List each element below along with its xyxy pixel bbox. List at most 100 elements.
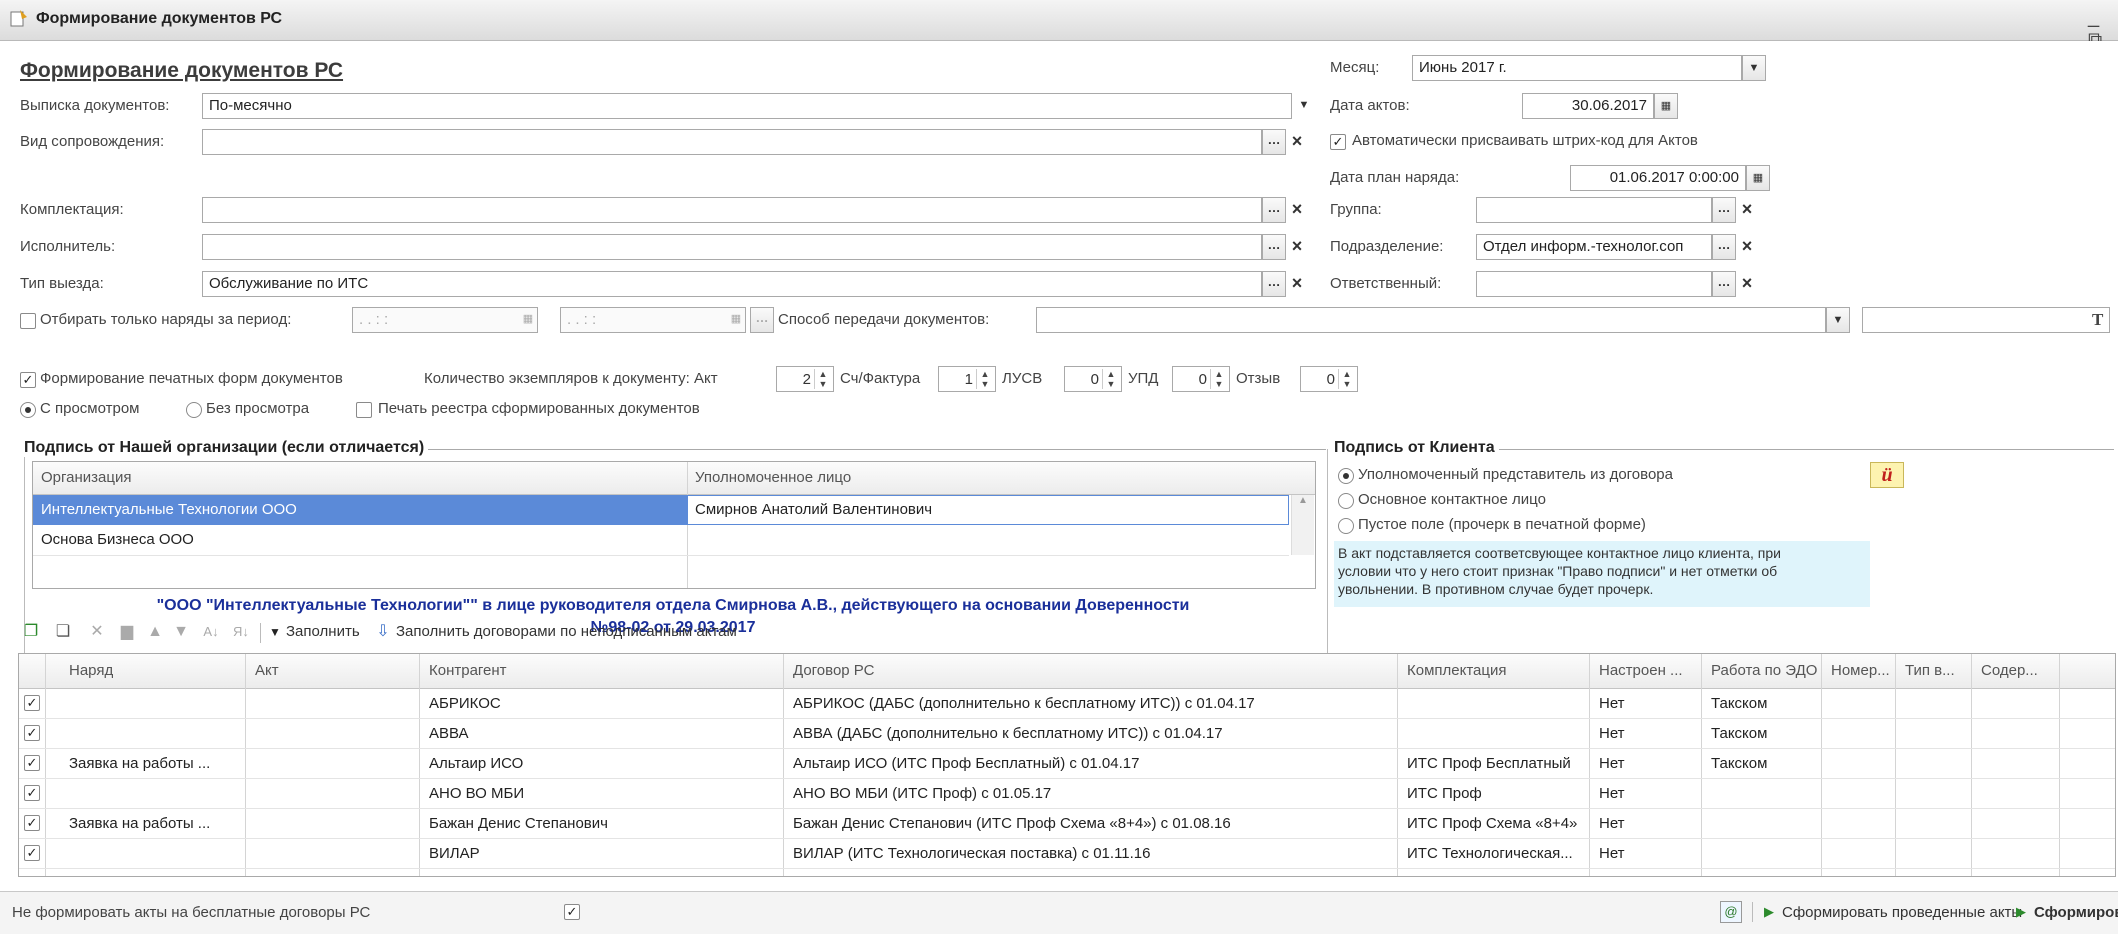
kompl-clear-icon[interactable]: × (1286, 197, 1308, 223)
col-header[interactable]: Номер... (1831, 662, 1890, 679)
col-person-header[interactable]: Уполномоченное лицо (695, 469, 851, 486)
table-row[interactable] (33, 525, 1289, 556)
row-checkbox[interactable]: ✓ (24, 755, 40, 771)
act-count-spinner[interactable]: 2 ▲ ▼ (776, 366, 834, 392)
table-row[interactable]: ✓ АБРИКОС АБРИКОС (ДАБС (дополнительно к… (19, 689, 2115, 719)
vypiska-dropdown-icon[interactable]: ▼ (1292, 93, 1316, 119)
sposob-dropdown-icon[interactable]: ▼ (1826, 307, 1850, 333)
save-icon[interactable]: ▆ (118, 623, 136, 641)
kompl-select-button[interactable]: … (1262, 197, 1286, 223)
no-free-checkbox[interactable]: ✓ (564, 904, 580, 920)
col-header[interactable]: Содер... (1981, 662, 2038, 679)
client-radio-empty[interactable] (1338, 518, 1354, 534)
t-button[interactable]: T (2092, 310, 2103, 330)
lusv-count-spinner[interactable]: 0 ▲ ▼ (1064, 366, 1122, 392)
sort-asc-icon[interactable]: A↓ (202, 623, 220, 641)
otv-select-button[interactable]: … (1712, 271, 1736, 297)
col-org-header[interactable]: Организация (41, 469, 131, 486)
col-header[interactable]: Контрагент (429, 662, 507, 679)
form-acts-button[interactable]: Сформировать акты (2034, 904, 2118, 921)
table-scrollbar[interactable]: ▲ (1291, 495, 1314, 555)
delete-icon[interactable]: ✕ (88, 623, 106, 641)
form-posted-acts-button[interactable]: Сформировать проведенные акты (1782, 904, 2022, 921)
vid-field[interactable] (202, 129, 1262, 155)
move-down-icon[interactable]: ▼ (172, 623, 190, 641)
table-row[interactable]: ✓ Заявка на работы ... Бажан Денис Степа… (19, 809, 2115, 839)
isp-select-button[interactable]: … (1262, 234, 1286, 260)
period-from-field[interactable]: . . : : (352, 307, 538, 333)
month-field[interactable]: Июнь 2017 г. (1412, 55, 1742, 81)
col-header[interactable]: Работа по ЭДО (1711, 662, 1817, 679)
date-plan-field[interactable]: 01.06.2017 0:00:00 (1570, 165, 1746, 191)
sposob-extra-field[interactable] (1862, 307, 2110, 333)
spin-arrows-icon[interactable]: ▲ ▼ (976, 369, 993, 389)
auto-barcode-checkbox[interactable]: ✓ (1330, 134, 1346, 150)
row-checkbox[interactable]: ✓ (24, 815, 40, 831)
client-radio-contact[interactable] (1338, 493, 1354, 509)
spin-arrows-icon[interactable]: ▲ ▼ (814, 369, 831, 389)
period-select-button[interactable]: … (750, 307, 774, 333)
kompl-field[interactable] (202, 197, 1262, 223)
client-edit-icon[interactable]: ü (1870, 462, 1904, 488)
isp-field[interactable] (202, 234, 1262, 260)
row-checkbox[interactable]: ✓ (24, 845, 40, 861)
row-org[interactable]: Основа Бизнеса ООО (41, 531, 194, 548)
fill-contracts-button[interactable]: Заполнить договорами по неподписанным ак… (396, 623, 737, 640)
vid-select-button[interactable]: … (1262, 129, 1286, 155)
group-select-button[interactable]: … (1712, 197, 1736, 223)
group-field[interactable] (1476, 197, 1712, 223)
vypiska-field[interactable]: По-месячно (202, 93, 1292, 119)
copy-icon[interactable]: ❏ (54, 623, 72, 641)
date-acts-calendar-icon[interactable]: ▦ (1654, 93, 1678, 119)
vid-clear-icon[interactable]: × (1286, 129, 1308, 155)
print-forms-checkbox[interactable]: ✓ (20, 372, 36, 388)
radio-without-preview[interactable] (186, 402, 202, 418)
print-registry-checkbox[interactable] (356, 402, 372, 418)
table-row[interactable]: ✓ АВВА АВВА (ДАБС (дополнительно к беспл… (19, 719, 2115, 749)
row-checkbox[interactable]: ✓ (24, 725, 40, 741)
period-to-calendar-icon[interactable]: ▦ (724, 307, 748, 333)
client-radio-representative[interactable] (1338, 468, 1354, 484)
row-person[interactable]: Смирнов Анатолий Валентинович (695, 501, 932, 518)
sf-count-spinner[interactable]: 1 ▲ ▼ (938, 366, 996, 392)
tip-field[interactable]: Обслуживание по ИТС (202, 271, 1262, 297)
table-row[interactable]: ✓ Заявка на работы ... Альтаир ИСО Альта… (19, 749, 2115, 779)
spin-arrows-icon[interactable]: ▲ ▼ (1210, 369, 1227, 389)
period-to-field[interactable]: . . : : (560, 307, 746, 333)
col-header[interactable]: Тип в... (1905, 662, 1955, 679)
spin-arrows-icon[interactable]: ▲ ▼ (1102, 369, 1119, 389)
otzyv-count-spinner[interactable]: 0 ▲ ▼ (1300, 366, 1358, 392)
row-org[interactable]: Интеллектуальные Технологии ООО (41, 501, 297, 518)
podr-select-button[interactable]: … (1712, 234, 1736, 260)
add-icon[interactable]: ❐ (22, 623, 40, 641)
sposob-field[interactable] (1036, 307, 1826, 333)
podr-clear-icon[interactable]: × (1736, 234, 1758, 260)
col-header[interactable]: Договор РС (793, 662, 874, 679)
row-checkbox[interactable]: ✓ (24, 695, 40, 711)
table-row[interactable]: ✓ АНО ВО МБИ АНО ВО МБИ (ИТС Проф) с 01.… (19, 779, 2115, 809)
period-from-calendar-icon[interactable]: ▦ (516, 307, 540, 333)
month-dropdown-icon[interactable]: ▼ (1742, 55, 1766, 81)
tip-clear-icon[interactable]: × (1286, 271, 1308, 297)
col-header[interactable]: Настроен ... (1599, 662, 1683, 679)
group-clear-icon[interactable]: × (1736, 197, 1758, 223)
fill-contracts-icon[interactable]: ⇩ (374, 623, 392, 641)
podr-field[interactable]: Отдел информ.-технолог.соп (1476, 234, 1712, 260)
radio-with-preview[interactable] (20, 402, 36, 418)
otv-field[interactable] (1476, 271, 1712, 297)
move-up-icon[interactable]: ▲ (146, 623, 164, 641)
col-header[interactable]: Наряд (69, 662, 113, 679)
fill-button[interactable]: Заполнить (286, 623, 360, 640)
otv-clear-icon[interactable]: × (1736, 271, 1758, 297)
row-checkbox[interactable]: ✓ (24, 785, 40, 801)
date-acts-field[interactable]: 30.06.2017 (1522, 93, 1654, 119)
email-icon[interactable]: @ (1720, 901, 1742, 923)
tip-select-button[interactable]: … (1262, 271, 1286, 297)
isp-clear-icon[interactable]: × (1286, 234, 1308, 260)
upd-count-spinner[interactable]: 0 ▲ ▼ (1172, 366, 1230, 392)
fill-dropdown-icon[interactable]: ▼ (266, 623, 284, 641)
spin-arrows-icon[interactable]: ▲ ▼ (1338, 369, 1355, 389)
col-header[interactable]: Комплектация (1407, 662, 1506, 679)
sort-desc-icon[interactable]: Я↓ (232, 623, 250, 641)
date-plan-calendar-icon[interactable]: ▦ (1746, 165, 1770, 191)
